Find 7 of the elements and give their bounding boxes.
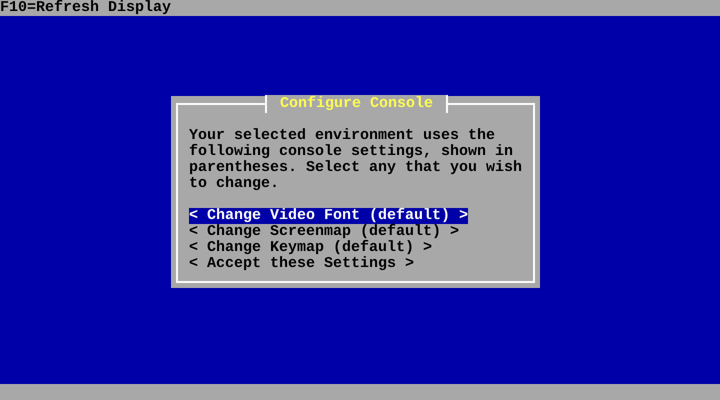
menu-option[interactable]: < Change Keymap (default) >	[189, 240, 432, 256]
menu-option[interactable]: < Accept these Settings >	[189, 256, 414, 272]
key-hint: F10=Refresh Display	[0, 0, 172, 16]
menu-option[interactable]: < Change Video Font (default) >	[189, 208, 468, 224]
dialog-title: Configure Console	[265, 95, 448, 113]
dialog-message: Your selected environment uses the following console settings, shown in parentheses. Select any that you wish to change.	[189, 128, 524, 192]
menu-option[interactable]: < Change Screenmap (default) >	[189, 224, 460, 240]
